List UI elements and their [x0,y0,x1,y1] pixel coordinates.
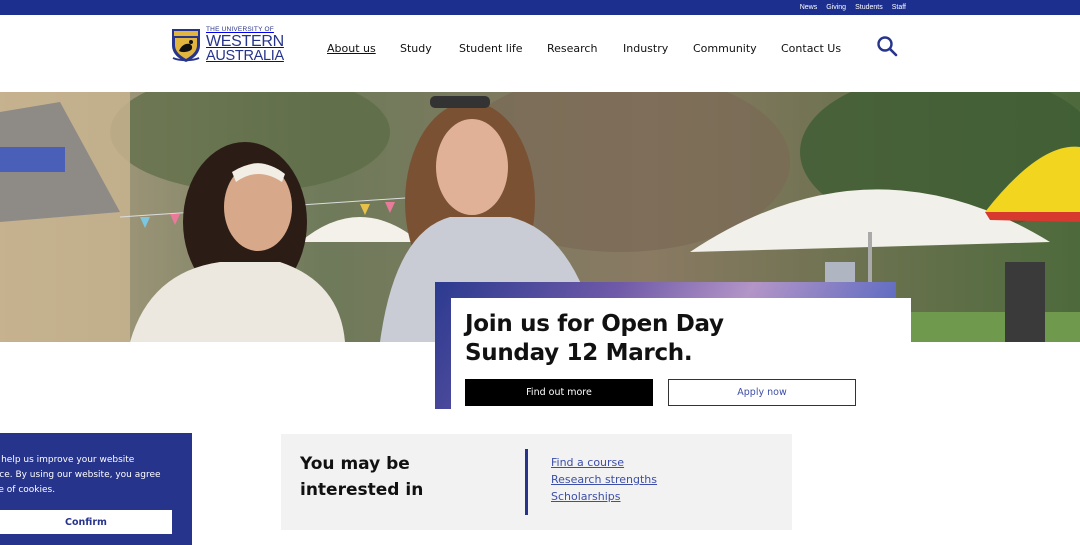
interest-links: Find a course Research strengths Scholar… [551,451,657,503]
open-day-title-line-1: Join us for Open Day [465,311,724,337]
nav-contact-us[interactable]: Contact Us [781,42,861,55]
list-item: Research strengths [551,468,657,486]
utility-link-students[interactable]: Students [855,4,883,11]
cookie-banner: es help us improve your website ence. By… [0,433,192,545]
utility-link-giving[interactable]: Giving [826,4,846,11]
nav-community[interactable]: Community [693,42,781,55]
cookie-message: es help us improve your website ence. By… [0,453,178,498]
open-day-title-line-2: Sunday 12 March. [465,340,693,366]
link-scholarships[interactable]: Scholarships [551,490,621,503]
interested-heading-line-1: You may be [300,454,410,474]
interested-in-heading: You may be interested in [300,451,500,503]
interested-in-panel: You may be interested in Find a course R… [281,434,792,530]
cookie-text-line-3: use of cookies. [0,485,56,495]
main-nav: About us Study Student life Research Ind… [327,42,861,55]
search-icon [877,36,898,57]
crest-icon [172,29,200,62]
utility-link-news[interactable]: News [800,4,818,11]
apply-now-button[interactable]: Apply now [668,379,856,406]
interest-divider [525,449,528,515]
nav-research[interactable]: Research [547,42,623,55]
university-logo[interactable]: THE UNIVERSITY OF WESTERN AUSTRALIA [170,25,284,65]
find-out-more-button[interactable]: Find out more [465,379,653,406]
nav-industry[interactable]: Industry [623,42,693,55]
logo-line-3: AUSTRALIA [206,47,284,64]
utility-bar: News Giving Students Staff [0,0,1080,15]
interested-heading-line-2: interested in [300,480,424,500]
list-item: Scholarships [551,485,657,503]
list-item: Find a course [551,451,657,469]
utility-link-staff[interactable]: Staff [892,4,906,11]
open-day-heading: Join us for Open Day Sunday 12 March. [465,310,724,368]
search-button[interactable] [876,35,898,57]
utility-links: News Giving Students Staff [800,0,906,15]
nav-study[interactable]: Study [400,42,459,55]
logo-wordmark: THE UNIVERSITY OF WESTERN AUSTRALIA [206,26,284,64]
cookie-confirm-button[interactable]: Confirm [0,510,172,534]
cookie-text-line-2: ence. By using our website, you agree [0,470,161,480]
open-day-card: Join us for Open Day Sunday 12 March. Fi… [451,298,911,410]
nav-student-life[interactable]: Student life [459,42,547,55]
cookie-text-line-1: es help us improve your website [0,455,135,465]
nav-about-us[interactable]: About us [327,42,400,55]
site-header: THE UNIVERSITY OF WESTERN AUSTRALIA Abou… [0,15,1080,92]
